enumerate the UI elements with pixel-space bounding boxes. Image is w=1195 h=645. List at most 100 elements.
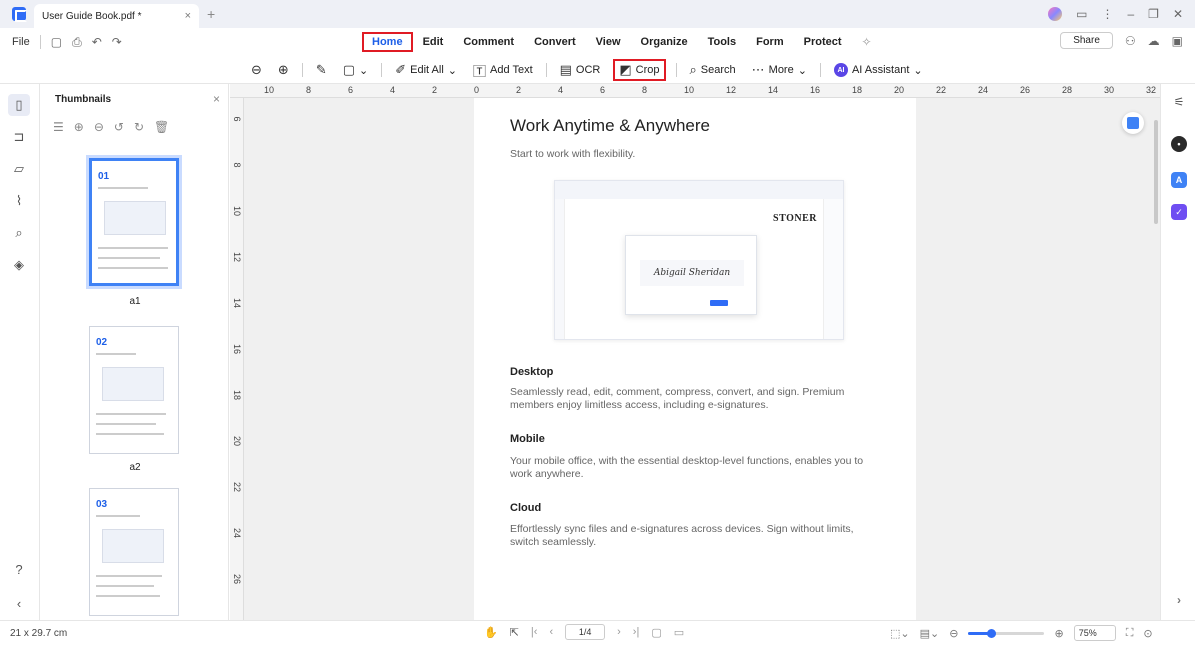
ruler-tick: 8: [642, 85, 648, 95]
thumbnails-icon[interactable]: ▯: [8, 94, 30, 116]
ruler-tick: 10: [684, 85, 695, 95]
screenshot-toolbar: [555, 181, 843, 199]
document-canvas[interactable]: Work Anytime & Anywhere Start to work wi…: [244, 98, 1160, 620]
thumbnail-page-number: 03: [96, 499, 108, 510]
lightbulb-icon[interactable]: ✧: [862, 35, 872, 49]
collapse-right-icon[interactable]: ›: [1171, 592, 1187, 608]
app-logo-icon: [12, 7, 27, 22]
floating-translate-button[interactable]: [1122, 112, 1144, 134]
zoom-in-icon[interactable]: ⊕: [74, 120, 84, 134]
tab-convert[interactable]: Convert: [524, 32, 586, 52]
last-page-icon[interactable]: ›|: [633, 626, 640, 638]
restore-icon[interactable]: ❐: [1148, 7, 1159, 21]
ruler-tick: 22: [936, 85, 947, 95]
add-text-button[interactable]: 🅃 Add Text: [470, 59, 536, 81]
avatar[interactable]: [1048, 7, 1063, 21]
zoom-out-icon[interactable]: ⊖: [94, 120, 104, 134]
shape-button[interactable]: ▢ ⌄: [340, 59, 372, 81]
crop-button[interactable]: ◩ Crop: [613, 59, 666, 81]
tab-view[interactable]: View: [586, 32, 631, 52]
ruler-tick: 4: [390, 85, 396, 95]
single-page-icon[interactable]: ▢: [651, 626, 661, 639]
cloud-upload-icon[interactable]: ☁: [1148, 34, 1160, 48]
vertical-scrollbar[interactable]: [1154, 120, 1158, 224]
checklist-icon[interactable]: ✓: [1171, 204, 1187, 220]
ruler-tick: 26: [232, 573, 242, 584]
translate-icon[interactable]: A: [1171, 172, 1187, 188]
zoom-select[interactable]: 75%: [1073, 625, 1116, 641]
edit-all-button[interactable]: ✐ Edit All ⌄: [392, 59, 460, 81]
highlighter-icon: ✎: [315, 62, 327, 77]
fullscreen-icon[interactable]: ⊙: [1143, 627, 1152, 640]
tab-comment[interactable]: Comment: [453, 32, 524, 52]
first-page-icon[interactable]: |‹: [531, 626, 538, 638]
properties-icon[interactable]: ⚟: [1171, 94, 1187, 110]
layers-icon[interactable]: ◈: [8, 254, 30, 276]
two-page-icon[interactable]: ▭: [674, 626, 684, 639]
page-number-input[interactable]: 1/4: [565, 624, 606, 640]
more-button[interactable]: ⋯ More ⌄: [749, 59, 810, 81]
hand-tool-icon[interactable]: ✋: [484, 626, 498, 639]
zoom-in-icon[interactable]: ⊕: [1054, 627, 1063, 640]
overflow-menu-icon[interactable]: ⋮: [1101, 7, 1113, 21]
zoom-slider[interactable]: [968, 628, 1045, 638]
delete-icon[interactable]: 🗑: [154, 120, 169, 134]
document-page[interactable]: Work Anytime & Anywhere Start to work wi…: [474, 98, 916, 620]
tab-home[interactable]: Home: [362, 32, 413, 52]
toolbar: ⊖ ⊕ ✎ ▢ ⌄ ✐ Edit All ⌄ 🅃 Add Text ▤ OCR ◩ Crop…: [0, 56, 1195, 84]
select-tool-icon[interactable]: ⇱: [510, 626, 519, 639]
tab-edit[interactable]: Edit: [413, 32, 454, 52]
thumbnail-menu-icon[interactable]: ☰: [53, 120, 64, 134]
ruler-tick: 8: [306, 85, 312, 95]
file-menu[interactable]: File: [12, 36, 30, 48]
panel-toggle-icon[interactable]: ▣: [1172, 34, 1183, 48]
message-icon[interactable]: ▭: [1076, 7, 1087, 21]
fit-screen-icon[interactable]: ⛶: [1126, 627, 1134, 640]
zoom-out-button[interactable]: ⊖: [248, 59, 265, 81]
attachment-icon[interactable]: ⌇: [8, 190, 30, 212]
select-mode-icon[interactable]: ⬚⌄: [890, 627, 910, 640]
comment-icon[interactable]: ▱: [8, 158, 30, 180]
previous-page-icon[interactable]: ‹: [549, 626, 553, 638]
next-page-icon[interactable]: ›: [617, 626, 621, 638]
add-tab-icon[interactable]: +: [207, 6, 215, 22]
tab-organize[interactable]: Organize: [631, 32, 698, 52]
collaborate-icon[interactable]: ⚇: [1125, 34, 1136, 48]
status-bar: 21 x 29.7 cm ✋ ⇱ |‹ ‹ 1/4 › ›| ▢ ▭ ⬚⌄ ▤⌄…: [0, 620, 1195, 645]
chat-icon[interactable]: •: [1171, 136, 1187, 152]
undo-icon[interactable]: ↶: [92, 35, 102, 49]
close-panel-icon[interactable]: ×: [213, 92, 220, 106]
help-icon[interactable]: ?: [8, 558, 30, 580]
search-button[interactable]: ⌕ Search: [687, 59, 739, 81]
zoom-in-button[interactable]: ⊕: [275, 59, 292, 81]
collapse-left-icon[interactable]: ‹: [8, 592, 30, 614]
page-thumbnail[interactable]: 01: [89, 158, 179, 286]
page-view-icon[interactable]: ▤⌄: [920, 627, 940, 640]
ai-assistant-button[interactable]: AI AI Assistant ⌄: [831, 59, 926, 81]
page-thumbnail[interactable]: 02: [89, 326, 179, 454]
close-window-icon[interactable]: ✕: [1173, 7, 1183, 21]
ocr-button[interactable]: ▤ OCR: [557, 59, 604, 81]
close-tab-icon[interactable]: ×: [185, 10, 191, 22]
save-icon[interactable]: ▢: [51, 35, 62, 49]
redo-icon[interactable]: ↷: [112, 35, 122, 49]
zoom-out-icon[interactable]: ⊖: [949, 627, 958, 640]
rotate-left-icon[interactable]: ↺: [114, 120, 124, 134]
rotate-right-icon[interactable]: ↻: [134, 120, 144, 134]
bookmark-icon[interactable]: ⊐: [8, 126, 30, 148]
share-button[interactable]: Share: [1060, 32, 1113, 49]
minimize-icon[interactable]: –: [1127, 7, 1134, 21]
section-heading: Mobile: [510, 433, 545, 445]
page-thumbnail[interactable]: 03: [89, 488, 179, 616]
ocr-label: OCR: [575, 64, 601, 76]
tab-form[interactable]: Form: [746, 32, 794, 52]
highlight-button[interactable]: ✎: [313, 59, 330, 81]
search-icon[interactable]: ⌕: [8, 222, 30, 244]
tab-protect[interactable]: Protect: [794, 32, 852, 52]
print-icon[interactable]: ⎙: [72, 35, 82, 50]
section-heading: Desktop: [510, 366, 554, 378]
horizontal-ruler: 10 8 6 4 2 0 2 4 6 8 10 12 14 16 18 20 22 24 26 28 30 32: [230, 84, 1160, 98]
zoom-slider-handle[interactable]: [987, 628, 997, 638]
tab-tools[interactable]: Tools: [698, 32, 747, 52]
document-tab[interactable]: User Guide Book.pdf * ×: [34, 4, 199, 28]
